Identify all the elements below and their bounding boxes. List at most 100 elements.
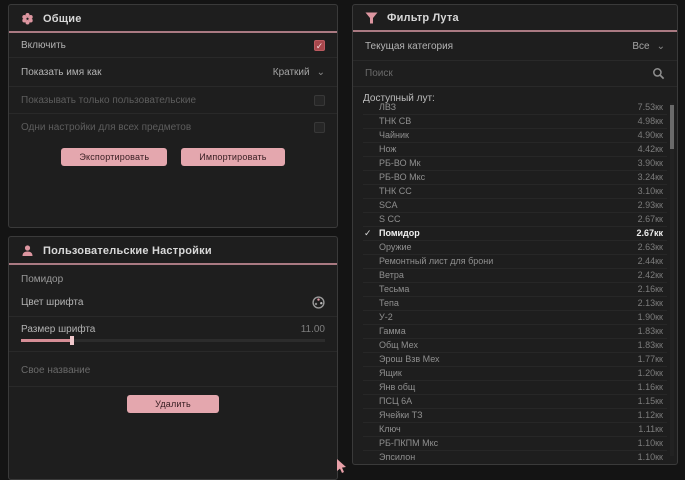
loot-item-row[interactable]: Ключ1.11кк bbox=[363, 423, 667, 437]
loot-item-row[interactable]: Эпсилон 1.10кк bbox=[363, 451, 667, 461]
delete-button[interactable]: Удалить bbox=[127, 395, 219, 413]
panel-title: Общие bbox=[43, 13, 82, 25]
loot-item-row[interactable]: Янв общ 1.16кк bbox=[363, 381, 667, 395]
loot-item-row[interactable]: Эрош Взв Мех1.77кк bbox=[363, 353, 667, 367]
loot-item-name: Ремонтный лист для брони bbox=[379, 256, 493, 266]
loot-item-name: SCA bbox=[379, 200, 398, 210]
loot-item-row[interactable]: S СС 2.67кк bbox=[363, 213, 667, 227]
search-icon[interactable] bbox=[652, 67, 665, 80]
setting-row-only-custom: Показывать только пользовательские bbox=[9, 87, 337, 114]
loot-item-name: Нож bbox=[379, 144, 396, 154]
loot-item-value: 2.44кк bbox=[638, 256, 663, 266]
loot-filter-panel: Фильтр Лута Текущая категория Все ⌄ Дост… bbox=[352, 4, 678, 465]
loot-item-value: 1.20кк bbox=[638, 368, 663, 378]
loot-item-row[interactable]: ПСЦ 6А1.15кк bbox=[363, 395, 667, 409]
loot-item-value: 3.90кк bbox=[638, 158, 663, 168]
setting-row-same-for-all: Одни настройки для всех предметов bbox=[9, 114, 337, 140]
loot-item-name: РБ-ВО Мкс bbox=[379, 172, 425, 182]
loot-item-value: 3.10кк bbox=[638, 186, 663, 196]
panel-title: Фильтр Лута bbox=[387, 12, 459, 24]
category-row: Текущая категория Все ⌄ bbox=[353, 32, 677, 61]
loot-item-row[interactable]: ЛВЗ 7.53кк bbox=[363, 101, 667, 115]
loot-item-value: 1.12кк bbox=[638, 410, 663, 420]
search-input[interactable] bbox=[365, 68, 644, 79]
name-display-dropdown[interactable]: Краткий ⌄ bbox=[273, 67, 325, 78]
loot-item-value: 1.90кк bbox=[638, 312, 663, 322]
user-settings-header: Пользовательские Настройки bbox=[9, 237, 337, 265]
loot-item-row[interactable]: У-21.90кк bbox=[363, 311, 667, 325]
loot-item-name: S СС bbox=[379, 214, 401, 224]
loot-scrollbar[interactable] bbox=[670, 103, 674, 456]
custom-name-input[interactable] bbox=[21, 365, 325, 376]
loot-item-name: РБ-ПКПМ Мкс bbox=[379, 438, 438, 448]
loot-item-value: 7.53кк bbox=[638, 102, 663, 112]
loot-item-name: Янв общ bbox=[379, 382, 415, 392]
loot-item-row[interactable]: Чайник4.90кк bbox=[363, 129, 667, 143]
import-button[interactable]: Импортировать bbox=[181, 148, 284, 166]
loot-list: ЛВЗ 7.53кк ТНК СВ4.98ккЧайник4.90ккНож4.42… bbox=[363, 101, 667, 461]
loot-item-value: 2.67кк bbox=[636, 228, 663, 238]
loot-item-name: ЛВЗ bbox=[379, 102, 396, 112]
loot-item-name: Ячейки ТЗ bbox=[379, 410, 423, 420]
font-color-label: Цвет шрифта bbox=[21, 297, 83, 308]
loot-item-row[interactable]: Ветра2.42кк bbox=[363, 269, 667, 283]
loot-item-row[interactable]: РБ-ВО Мкс3.24кк bbox=[363, 171, 667, 185]
funnel-icon bbox=[365, 12, 378, 24]
loot-item-row[interactable]: Тепа2.13кк bbox=[363, 297, 667, 311]
loot-item-row[interactable]: Общ Мех 1.83кк bbox=[363, 339, 667, 353]
loot-item-value: 2.63кк bbox=[638, 242, 663, 252]
loot-item-row[interactable]: ТНК СВ4.98кк bbox=[363, 115, 667, 129]
loot-item-row[interactable]: РБ-ПКПМ Мкс 1.10кк bbox=[363, 437, 667, 451]
font-size-label: Размер шрифта bbox=[21, 324, 95, 335]
loot-item-value: 1.10кк bbox=[638, 438, 663, 448]
loot-item-row[interactable]: ✓Помидор2.67кк bbox=[363, 227, 667, 241]
loot-item-row[interactable]: Ремонтный лист для брони 2.44кк bbox=[363, 255, 667, 269]
chevron-down-icon: ⌄ bbox=[317, 67, 325, 78]
loot-item-row[interactable]: Оружие2.63кк bbox=[363, 241, 667, 255]
same-for-all-checkbox[interactable] bbox=[314, 122, 325, 133]
loot-item-value: 1.10кк bbox=[638, 452, 663, 461]
only-custom-checkbox[interactable] bbox=[314, 95, 325, 106]
loot-item-name: РБ-ВО Мк bbox=[379, 158, 421, 168]
color-palette-icon[interactable] bbox=[312, 296, 325, 309]
loot-item-value: 1.83кк bbox=[638, 326, 663, 336]
loot-item-name: Эрош Взв Мех bbox=[379, 354, 440, 364]
font-size-slider[interactable] bbox=[21, 339, 325, 342]
loot-item-name: Эпсилон bbox=[379, 452, 415, 461]
loot-item-value: 2.67кк bbox=[638, 214, 663, 224]
category-label: Текущая категория bbox=[365, 41, 453, 52]
loot-item-value: 4.90кк bbox=[638, 130, 663, 140]
slider-fill bbox=[21, 339, 70, 342]
loot-item-row[interactable]: Нож4.42кк bbox=[363, 143, 667, 157]
setting-label-enable: Включить bbox=[21, 40, 66, 51]
loot-item-row[interactable]: Ячейки ТЗ 1.12кк bbox=[363, 409, 667, 423]
loot-item-value: 2.16кк bbox=[638, 284, 663, 294]
dropdown-value: Все bbox=[632, 41, 649, 52]
loot-item-row[interactable]: SCA 2.93кк bbox=[363, 199, 667, 213]
user-icon bbox=[21, 244, 34, 257]
loot-item-name: Гамма bbox=[379, 326, 406, 336]
setting-row-name-display: Показать имя как Краткий ⌄ bbox=[9, 58, 337, 87]
loot-item-name: Ветра bbox=[379, 270, 404, 280]
export-button[interactable]: Экспортировать bbox=[61, 148, 167, 166]
loot-item-row[interactable]: Гамма 1.83кк bbox=[363, 325, 667, 339]
enable-checkbox[interactable]: ✓ bbox=[314, 40, 325, 51]
category-dropdown[interactable]: Все ⌄ bbox=[632, 41, 665, 52]
font-size-value: 11.00 bbox=[301, 324, 325, 335]
scrollbar-thumb[interactable] bbox=[670, 105, 674, 149]
font-size-row: Размер шрифта 11.00 bbox=[9, 317, 337, 337]
loot-item-value: 1.16кк bbox=[638, 382, 663, 392]
loot-item-row[interactable]: Тесьма2.16кк bbox=[363, 283, 667, 297]
loot-item-row[interactable]: ТНК СС3.10кк bbox=[363, 185, 667, 199]
chevron-down-icon: ⌄ bbox=[657, 41, 665, 52]
loot-item-name: Общ Мех bbox=[379, 340, 418, 350]
loot-item-row[interactable]: Ящик1.20кк bbox=[363, 367, 667, 381]
loot-item-value: 1.83кк bbox=[638, 340, 663, 350]
slider-knob[interactable] bbox=[70, 336, 74, 345]
loot-item-value: 2.93кк bbox=[638, 200, 663, 210]
loot-item-row[interactable]: РБ-ВО Мк 3.90кк bbox=[363, 157, 667, 171]
dropdown-value: Краткий bbox=[273, 67, 310, 78]
custom-name-row bbox=[9, 352, 337, 387]
user-settings-buttons-row: Удалить bbox=[9, 387, 337, 419]
setting-row-enable: Включить ✓ bbox=[9, 33, 337, 58]
